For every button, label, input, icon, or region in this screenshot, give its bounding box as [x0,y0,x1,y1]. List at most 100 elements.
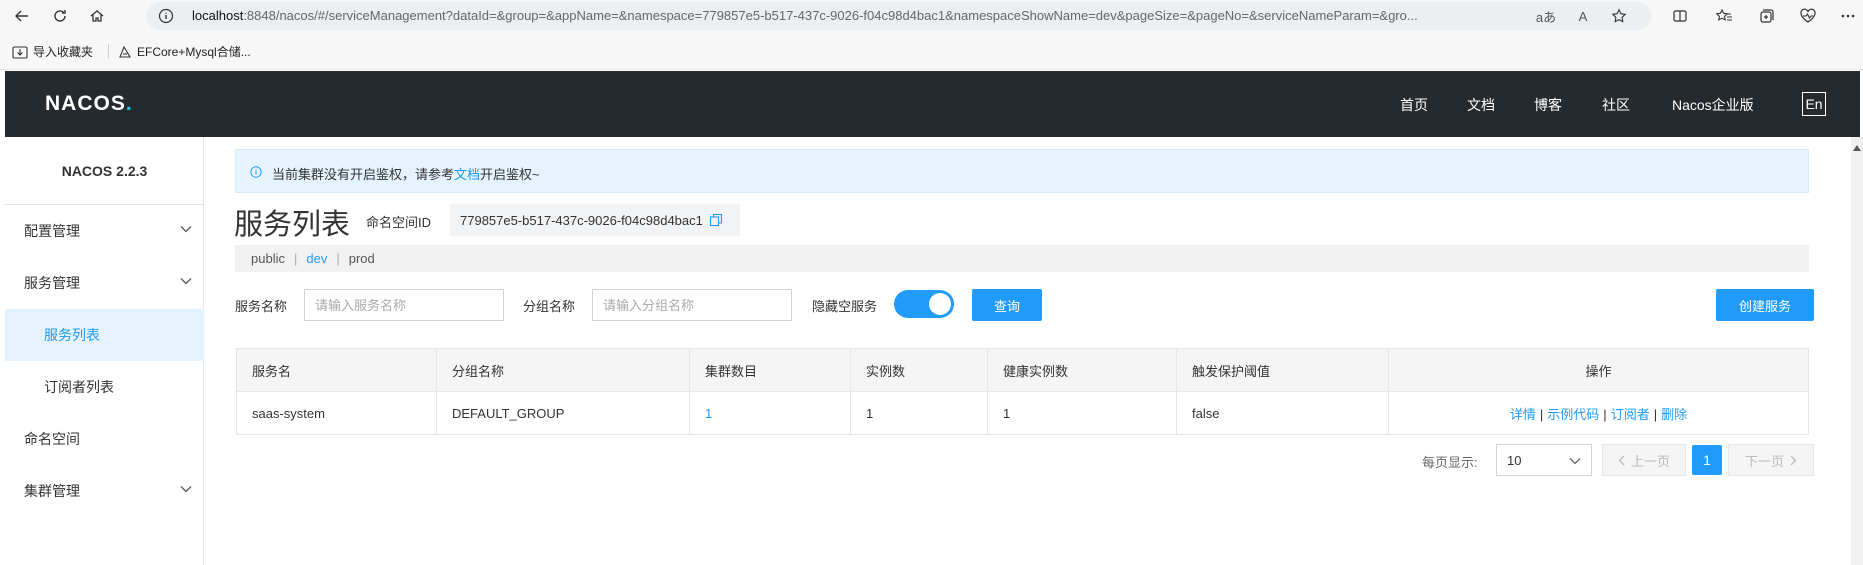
scroll-up-arrow-icon[interactable] [1853,145,1861,151]
prev-page-button[interactable]: 上一页 [1602,444,1686,476]
nav-enterprise[interactable]: Nacos企业版 [1672,95,1754,115]
namespace-separator: | [336,251,340,266]
nav-docs[interactable]: 文档 [1467,95,1495,115]
logo-dot: . [125,92,133,115]
more-icon[interactable] [1836,5,1860,27]
namespace-id-value: 779857e5-b517-437c-9026-f04c98d4bac1 [460,212,703,228]
hide-empty-label: 隐藏空服务 [812,299,878,314]
page-size-select[interactable]: 10 [1496,444,1592,476]
bookmark-label: EFCore+Mysql合储... [137,45,251,59]
query-button[interactable]: 查询 [972,289,1042,321]
chevron-down-icon [180,225,192,233]
collections-icon[interactable] [1754,5,1778,27]
sidebar: NACOS 2.2.3 配置管理 服务管理 服务列表 订阅者列表 命名空间 集群… [5,137,204,565]
language-button[interactable]: En [1802,92,1826,116]
info-icon[interactable] [158,8,174,24]
chevron-down-icon [1569,457,1581,465]
next-page-label: 下一页 [1744,453,1784,469]
notice-text: 当前集群没有开启鉴权，请参考文档开启鉴权~ [272,164,540,183]
info-circle-icon [250,166,262,178]
sidebar-item-config[interactable]: 配置管理 [5,205,204,257]
op-separator: | [1653,406,1658,422]
namespace-prod[interactable]: prod [349,251,375,266]
sample-code-link[interactable]: 示例代码 [1547,407,1599,422]
next-page-button[interactable]: 下一页 [1728,444,1814,476]
sidebar-item-label: 集群管理 [24,483,80,499]
nacos-logo[interactable]: NACOS. [45,92,133,116]
favorites-icon[interactable] [1712,5,1736,27]
auth-notice: 当前集群没有开启鉴权，请参考文档开启鉴权~ [235,149,1809,193]
group-name-input[interactable] [592,289,792,321]
col-healthy-count: 健康实例数 [987,348,1177,392]
refresh-icon[interactable] [48,4,72,28]
read-aloud-icon[interactable]: aあ [1534,6,1558,26]
notice-text-after: 开启鉴权~ [480,167,540,182]
split-screen-icon[interactable] [1668,5,1692,27]
group-name-label: 分组名称 [523,299,576,314]
col-instance-count: 实例数 [850,348,988,392]
subscriber-link[interactable]: 订阅者 [1611,407,1650,422]
cell-instances: 1 [850,391,988,435]
service-table: 服务名 分组名称 集群数目 实例数 健康实例数 触发保护阈值 操作 saas-s… [236,348,1809,435]
import-favorites-icon [12,45,28,59]
sidebar-item-label: 服务列表 [44,327,100,343]
col-operations: 操作 [1388,348,1809,392]
sidebar-item-label: 订阅者列表 [44,379,114,395]
create-service-button[interactable]: 创建服务 [1716,289,1814,321]
app-header: NACOS. 首页 文档 博客 社区 Nacos企业版 En [5,71,1860,137]
chevron-down-icon [180,277,192,285]
bookmark-import[interactable]: 导入收藏夹 [12,43,93,60]
op-separator: | [1603,406,1607,422]
page-scrollbar[interactable] [1851,137,1863,565]
sidebar-item-namespace[interactable]: 命名空间 [5,413,204,465]
delete-link[interactable]: 删除 [1661,407,1687,422]
namespace-id-box: 779857e5-b517-437c-9026-f04c98d4bac1 [450,204,740,236]
browser-toolbar: localhost:8848/nacos/#/serviceManagement… [0,0,1863,32]
nav-home[interactable]: 首页 [1400,95,1428,115]
table-row: saas-system DEFAULT_GROUP 1 1 1 false 详情… [236,391,1809,435]
col-service-name: 服务名 [236,348,437,392]
nav-blog[interactable]: 博客 [1534,95,1562,115]
sidebar-version: NACOS 2.2.3 [5,137,204,205]
address-bar[interactable]: localhost:8848/nacos/#/serviceManagement… [146,2,1651,30]
url-path: :8848/nacos/#/serviceManagement?dataId=&… [243,8,1418,23]
cell-operations: 详情 | 示例代码 | 订阅者 | 删除 [1388,391,1809,435]
service-name-label: 服务名称 [235,299,288,314]
favorite-star-icon[interactable] [1607,6,1631,26]
text-size-icon[interactable]: A [1571,6,1595,26]
logo-text: NACOS [45,92,126,115]
chevron-right-icon [1790,455,1797,466]
service-name-input[interactable] [304,289,504,321]
health-icon[interactable] [1796,5,1820,27]
cell-healthy: 1 [987,391,1177,435]
nav-community[interactable]: 社区 [1602,95,1630,115]
sidebar-item-subscribers[interactable]: 订阅者列表 [5,361,204,413]
chevron-left-icon [1618,455,1625,466]
bookmark-label: 导入收藏夹 [33,45,94,59]
sidebar-item-cluster[interactable]: 集群管理 [5,465,204,517]
bookmarks-bar: 导入收藏夹 EFCore+Mysql合储... [0,32,1863,70]
bookmark-divider [108,44,109,58]
home-icon[interactable] [85,4,109,28]
sidebar-item-service-list[interactable]: 服务列表 [5,309,204,361]
col-threshold: 触发保护阈值 [1176,348,1389,392]
sidebar-item-label: 配置管理 [24,223,80,239]
toggle-knob [929,293,951,315]
url-text[interactable]: localhost:8848/nacos/#/serviceManagement… [192,8,1512,23]
col-group-name: 分组名称 [436,348,690,392]
back-icon[interactable] [10,4,34,28]
copy-icon[interactable] [709,213,723,227]
notice-docs-link[interactable]: 文档 [454,167,480,182]
current-page-button[interactable]: 1 [1692,445,1722,475]
namespace-id-label: 命名空间ID [366,215,432,230]
bookmark-efcore[interactable]: EFCore+Mysql合储... [118,43,251,60]
detail-link[interactable]: 详情 [1510,407,1536,422]
sidebar-item-service[interactable]: 服务管理 [5,257,204,309]
cell-clusters-link[interactable]: 1 [689,391,851,435]
namespace-public[interactable]: public [251,251,285,266]
namespace-dev[interactable]: dev [306,251,327,266]
page-size-value: 10 [1507,452,1522,468]
hide-empty-toggle[interactable] [894,290,954,318]
bookmark-page-icon [118,45,132,59]
namespace-bar: public | dev | prod [235,245,1809,272]
